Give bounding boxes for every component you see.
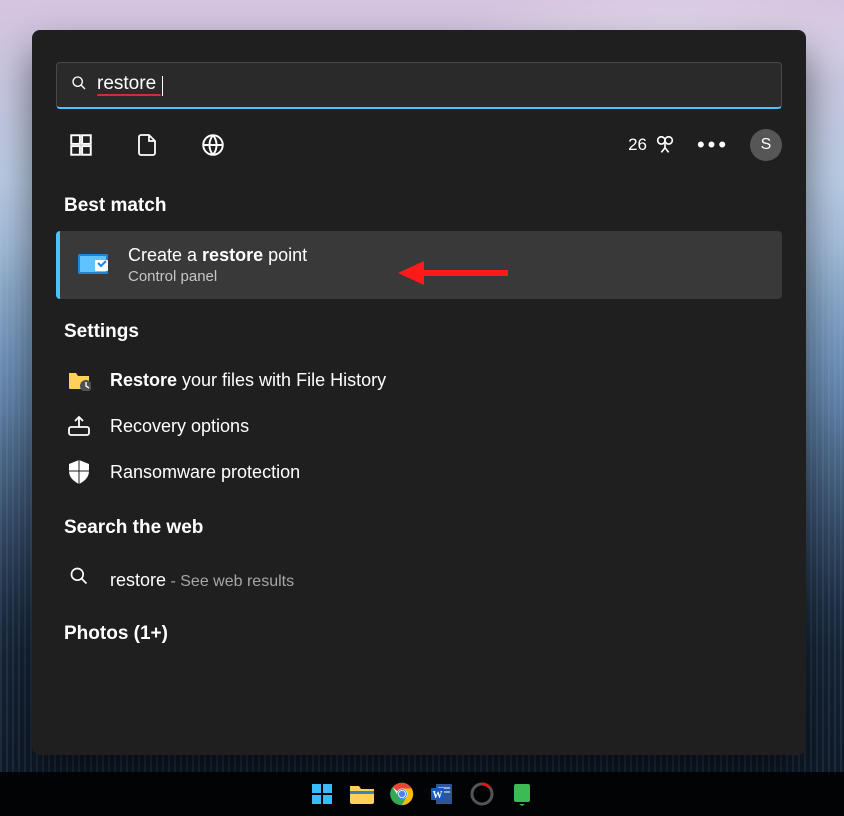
- annotation-arrow: [398, 257, 508, 294]
- user-avatar-initial: S: [761, 136, 772, 154]
- svg-text:W: W: [433, 790, 443, 801]
- start-search-panel: restore: [32, 30, 806, 755]
- text-caret: [162, 76, 163, 96]
- best-match-heading: Best match: [64, 195, 782, 217]
- results-area: Best match Create a restore point Contro…: [32, 173, 806, 755]
- best-match-title: Create a restore point: [128, 245, 307, 266]
- restore-point-icon: [78, 252, 110, 278]
- settings-item-file-history[interactable]: Restore your files with File History: [56, 357, 782, 403]
- search-input[interactable]: restore: [56, 62, 782, 109]
- settings-heading: Settings: [64, 321, 782, 343]
- taskbar-app6-icon[interactable]: [508, 780, 536, 808]
- search-icon: [71, 75, 87, 96]
- taskbar-app5-icon[interactable]: [468, 780, 496, 808]
- folder-history-icon: [66, 367, 92, 393]
- best-match-result[interactable]: Create a restore point Control panel: [56, 231, 782, 299]
- taskbar-start-icon[interactable]: [308, 780, 336, 808]
- filter-documents-icon[interactable]: [132, 130, 162, 160]
- taskbar-explorer-icon[interactable]: [348, 780, 376, 808]
- search-row: restore: [32, 30, 806, 109]
- web-heading: Search the web: [64, 517, 782, 539]
- user-avatar[interactable]: S: [750, 129, 782, 161]
- rewards-points-value: 26: [628, 135, 647, 155]
- rewards-icon: [654, 134, 676, 156]
- taskbar-chrome-icon[interactable]: [388, 780, 416, 808]
- spellcheck-underline: [97, 94, 161, 96]
- search-input-value: restore: [97, 73, 156, 94]
- settings-item-recovery[interactable]: Recovery options: [56, 403, 782, 449]
- settings-item-label: Restore your files with File History: [110, 370, 386, 391]
- settings-item-label: Recovery options: [110, 416, 249, 437]
- best-match-subtitle: Control panel: [128, 268, 307, 285]
- search-icon: [66, 563, 92, 589]
- web-search-result[interactable]: restore - See web results: [56, 553, 782, 601]
- settings-item-label: Ransomware protection: [110, 462, 300, 483]
- rewards-points[interactable]: 26: [628, 134, 676, 156]
- filter-apps-icon[interactable]: [66, 130, 96, 160]
- filter-row: 26 ••• S: [32, 109, 806, 173]
- photos-heading: Photos (1+): [64, 623, 782, 645]
- settings-item-ransomware[interactable]: Ransomware protection: [56, 449, 782, 495]
- taskbar-word-icon[interactable]: W: [428, 780, 456, 808]
- more-button[interactable]: •••: [698, 130, 728, 160]
- recovery-icon: [66, 413, 92, 439]
- filter-web-icon[interactable]: [198, 130, 228, 160]
- web-search-label: restore - See web results: [110, 570, 294, 591]
- taskbar: W: [0, 772, 844, 816]
- shield-icon: [66, 459, 92, 485]
